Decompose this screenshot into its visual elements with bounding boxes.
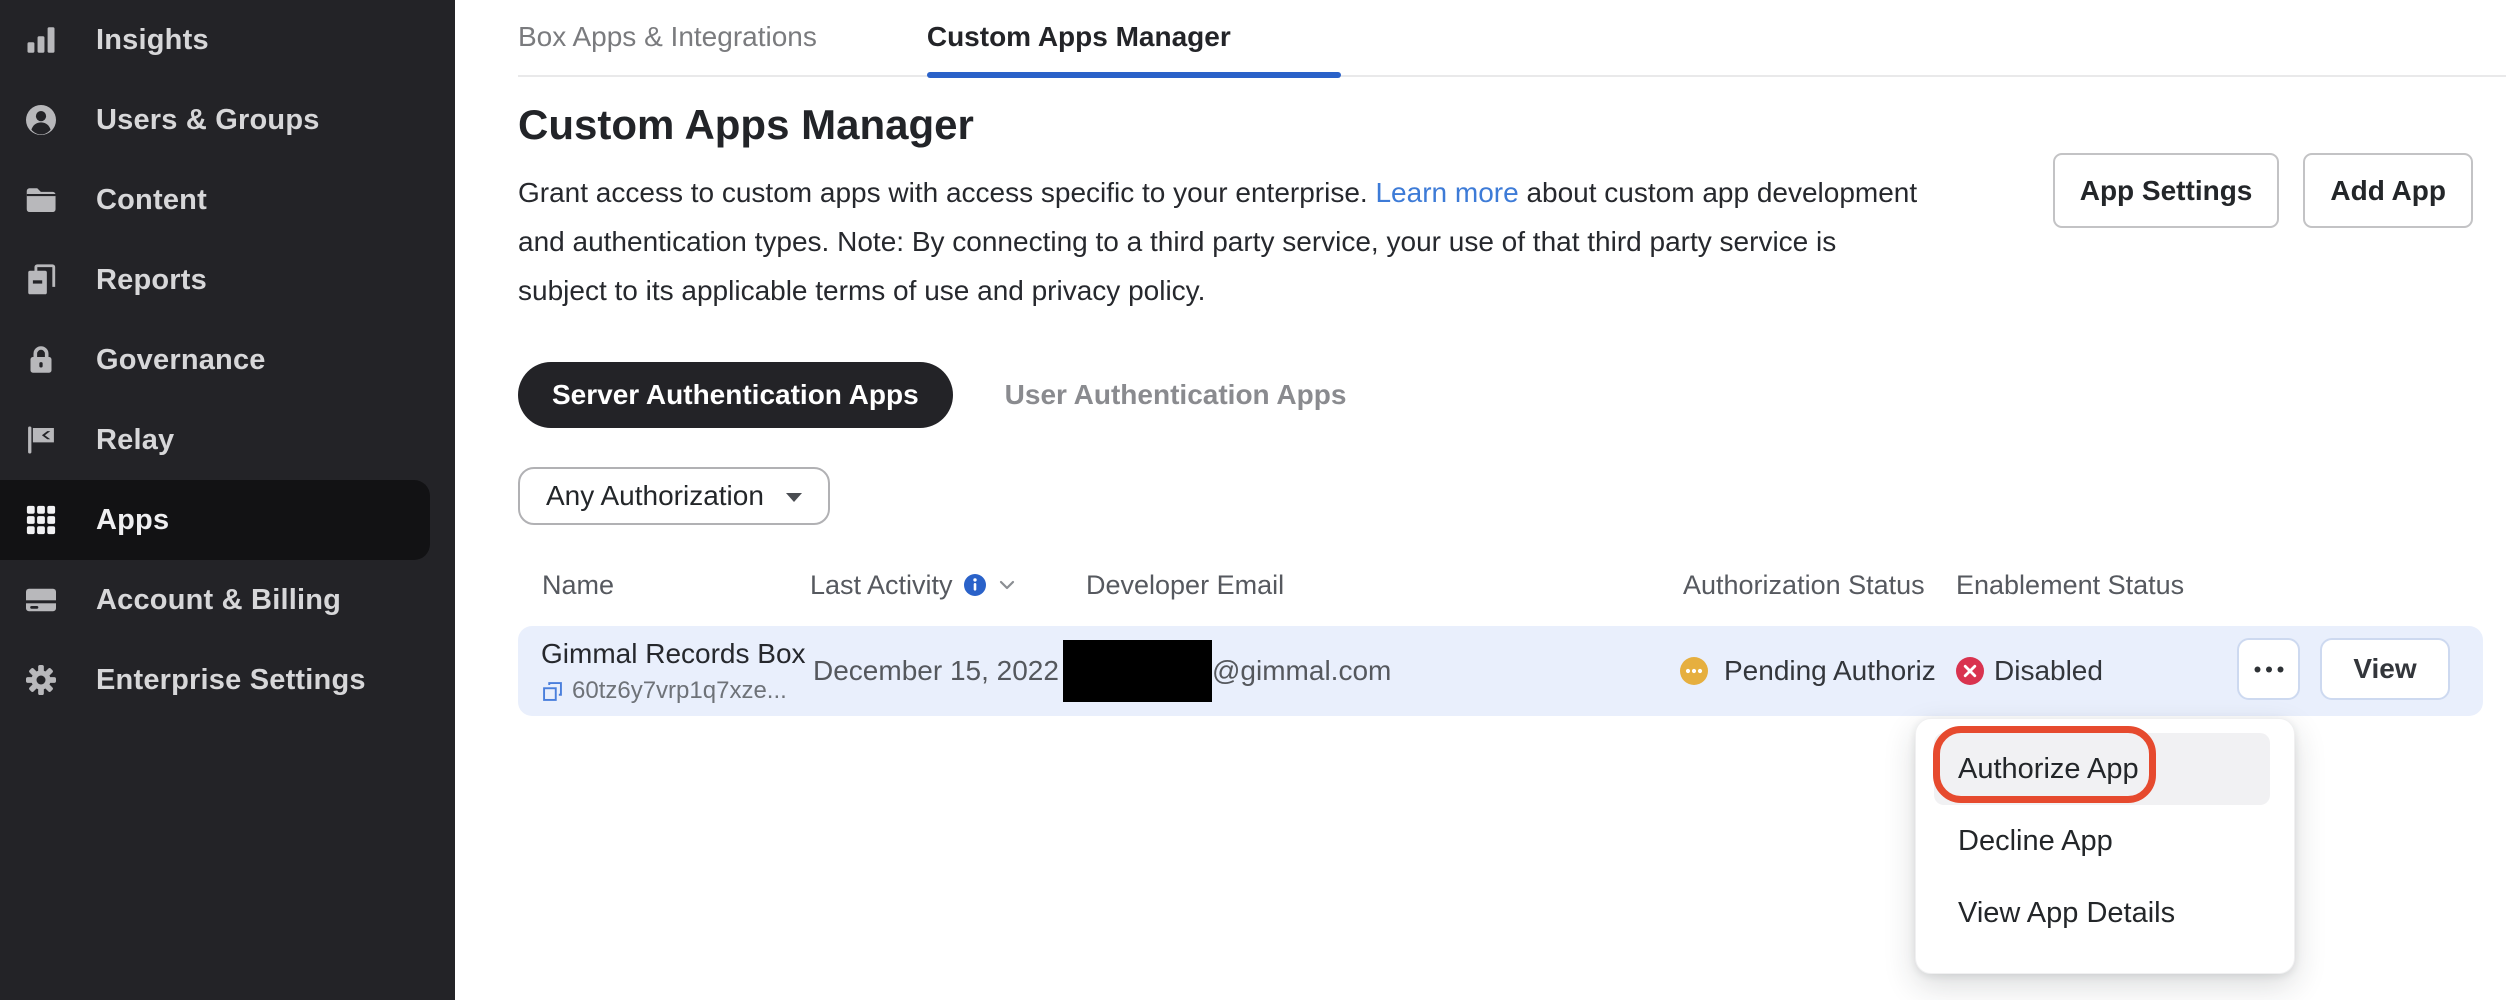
sidebar-item-insights[interactable]: Insights	[0, 0, 455, 80]
sort-chevron-down-icon[interactable]	[997, 577, 1017, 593]
sidebar-item-governance[interactable]: Governance	[0, 320, 455, 400]
page-title: Custom Apps Manager	[518, 101, 974, 149]
credit-card-icon	[23, 582, 59, 618]
description-text: Grant access to custom apps with access …	[518, 177, 1375, 208]
sidebar-item-content[interactable]: Content	[0, 160, 455, 240]
add-app-button[interactable]: Add App	[2303, 153, 2473, 228]
copy-icon[interactable]	[541, 680, 564, 703]
page-description: Grant access to custom apps with access …	[518, 168, 1917, 315]
info-icon[interactable]	[963, 573, 987, 597]
app-settings-button[interactable]: App Settings	[2053, 153, 2280, 228]
enablement-status-cell: Disabled	[1956, 626, 2103, 716]
description-line-3: subject to its applicable terms of use a…	[518, 266, 1917, 315]
app-id: 60tz6y7vrp1q7xze...	[572, 677, 787, 705]
authorization-status-text: Pending Authorization	[1724, 655, 1936, 687]
sidebar-item-label: Reports	[96, 264, 207, 297]
sidebar-item-label: Content	[96, 184, 207, 217]
sidebar-item-enterprise-settings[interactable]: Enterprise Settings	[0, 640, 455, 720]
table-row[interactable]: Gimmal Records Box 60tz6y7vrp1q7xze... D…	[518, 626, 2483, 716]
last-activity-cell: December 15, 2022	[813, 626, 1059, 716]
column-header-authorization-status: Authorization Status	[1683, 564, 1925, 606]
sidebar-item-label: Governance	[96, 344, 266, 377]
column-header-developer-email: Developer Email	[1086, 564, 1284, 606]
ellipsis-icon	[2253, 665, 2285, 674]
sidebar-item-apps[interactable]: Apps	[0, 480, 430, 560]
app-id-line: 60tz6y7vrp1q7xze...	[541, 677, 806, 705]
flag-icon	[23, 422, 59, 458]
description-text: about custom app development	[1519, 177, 1917, 208]
sidebar-item-relay[interactable]: Relay	[0, 400, 455, 480]
authorization-status-cell: Pending Authorization	[1680, 626, 1936, 716]
admin-sidebar: Insights Users & Groups Content	[0, 0, 455, 1000]
row-more-actions-button[interactable]	[2237, 638, 2300, 700]
sidebar-item-label: Insights	[96, 24, 209, 57]
tab-custom-apps-manager[interactable]: Custom Apps Manager	[927, 21, 1341, 77]
sidebar-item-label: Apps	[96, 504, 169, 537]
row-actions-menu: Authorize App Decline App View App Detai…	[1915, 718, 2295, 974]
learn-more-link[interactable]: Learn more	[1375, 177, 1518, 208]
app-name: Gimmal Records Box	[541, 638, 806, 670]
user-circle-icon	[23, 102, 59, 138]
tab-label: Box Apps & Integrations	[518, 21, 817, 52]
menu-item-decline-app[interactable]: Decline App	[1934, 805, 2270, 877]
grid-icon	[23, 502, 59, 538]
documents-icon	[23, 262, 59, 298]
server-authentication-apps-toggle[interactable]: Server Authentication Apps	[518, 362, 953, 428]
sidebar-item-label: Enterprise Settings	[96, 664, 366, 697]
tab-box-apps-integrations[interactable]: Box Apps & Integrations	[518, 21, 927, 77]
lock-icon	[23, 342, 59, 378]
user-authentication-apps-toggle[interactable]: User Authentication Apps	[1005, 379, 1347, 411]
description-line-2: and authentication types. Note: By conne…	[518, 217, 1917, 266]
caret-down-icon	[786, 493, 802, 502]
folder-icon	[23, 182, 59, 218]
sidebar-item-label: Users & Groups	[96, 104, 320, 137]
column-header-last-activity[interactable]: Last Activity	[810, 564, 1017, 606]
enablement-status-text: Disabled	[1994, 655, 2103, 687]
filter-selected-value: Any Authorization	[546, 480, 764, 512]
disabled-status-icon	[1956, 657, 1984, 685]
sidebar-item-users-groups[interactable]: Users & Groups	[0, 80, 455, 160]
tab-label: Custom Apps Manager	[927, 21, 1231, 52]
developer-email-domain: @gimmal.com	[1212, 626, 1391, 716]
column-header-enablement-status: Enablement Status	[1956, 564, 2184, 606]
app-name-cell: Gimmal Records Box 60tz6y7vrp1q7xze...	[541, 638, 806, 705]
sidebar-item-reports[interactable]: Reports	[0, 240, 455, 320]
column-header-label: Last Activity	[810, 570, 953, 601]
gear-icon	[23, 662, 59, 698]
auth-type-toggle: Server Authentication Apps User Authenti…	[518, 362, 1346, 428]
sidebar-item-account-billing[interactable]: Account & Billing	[0, 560, 455, 640]
sidebar-item-label: Relay	[96, 424, 174, 457]
pending-status-icon	[1680, 657, 1708, 685]
apps-tabs: Box Apps & Integrations Custom Apps Mana…	[518, 0, 1341, 77]
menu-item-authorize-app[interactable]: Authorize App	[1934, 733, 2270, 805]
apps-table-header: Name Last Activity Developer Email Autho…	[518, 564, 2483, 606]
menu-item-view-app-details[interactable]: View App Details	[1934, 877, 2270, 949]
bar-chart-icon	[23, 22, 59, 58]
authorization-filter-dropdown[interactable]: Any Authorization	[518, 467, 830, 525]
column-header-name: Name	[542, 564, 614, 606]
view-button[interactable]: View	[2320, 638, 2450, 700]
redacted-email-box	[1063, 640, 1212, 702]
sidebar-item-label: Account & Billing	[96, 584, 341, 617]
header-actions: App Settings Add App	[2053, 153, 2473, 228]
description-line-1: Grant access to custom apps with access …	[518, 168, 1917, 217]
